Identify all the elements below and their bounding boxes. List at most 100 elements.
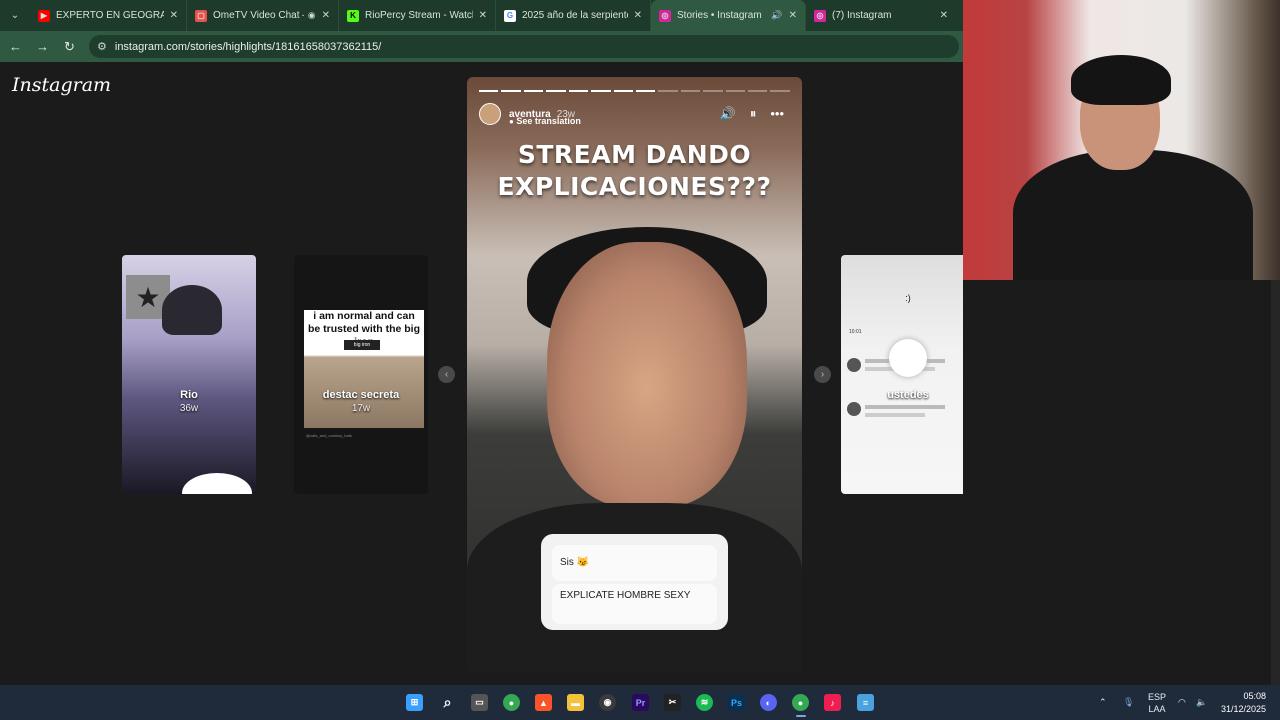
tray-overflow-icon[interactable]: ⌃ — [1099, 685, 1107, 720]
globe-icon: ● — [509, 117, 514, 126]
progress-segment — [613, 90, 633, 92]
avatar — [847, 402, 861, 416]
volume-icon[interactable]: 🔊 — [720, 106, 736, 122]
close-icon[interactable]: ✕ — [940, 10, 948, 21]
close-icon[interactable]: ✕ — [322, 10, 330, 21]
tiktok-icon[interactable]: ♪ — [824, 694, 841, 711]
clock-time: 05:08 — [1243, 691, 1266, 701]
progress-segment — [748, 90, 768, 92]
chrome-icon[interactable]: ● — [503, 694, 520, 711]
tab-title: Stories • Instagram — [677, 10, 762, 21]
audio-playing-icon[interactable]: 🔊 — [771, 10, 782, 21]
pause-icon[interactable]: ⏸ — [750, 106, 757, 122]
site-info-icon[interactable]: ⚙ — [97, 40, 107, 53]
keyboard-layout: LAA — [1148, 703, 1166, 714]
spotify-icon[interactable]: ≋ — [696, 694, 713, 711]
progress-segment — [501, 90, 521, 92]
highlight-name: ustedes — [887, 389, 929, 401]
search-icon[interactable]: ⌕ — [439, 694, 456, 711]
white-shape — [182, 473, 252, 494]
progress-segment — [725, 90, 746, 92]
system-clock[interactable]: 05:08 31/12/2025 — [1221, 690, 1266, 716]
instagram-icon: ◎ — [659, 9, 671, 22]
character-hair — [162, 285, 222, 335]
close-icon[interactable]: ✕ — [789, 10, 797, 21]
google-icon: G — [504, 9, 516, 22]
highlight-card-destac-secreta[interactable]: i am normal and can be trusted with the … — [294, 255, 428, 494]
chrome-active-icon[interactable]: ● — [792, 694, 809, 711]
question-sticker: Sis 😼 EXPLICATE HOMBRE SEXY — [541, 534, 728, 630]
task-view-icon[interactable]: ▭ — [471, 694, 488, 711]
microphone-icon[interactable]: 🎙 — [1123, 685, 1134, 720]
brave-icon[interactable]: ▲ — [535, 694, 552, 711]
discord-icon[interactable]: ◐ — [760, 694, 777, 711]
progress-segment — [568, 90, 589, 92]
progress-segment — [680, 90, 701, 92]
close-icon[interactable]: ✕ — [170, 10, 178, 21]
tab-riopercy-stream[interactable]: K RioPercy Stream - Watch L ✕ — [339, 0, 496, 31]
browser-toolbar: ← → ↻ ⚙ instagram.com/stories/highlights… — [0, 31, 963, 62]
progress-segment — [703, 90, 723, 92]
tab-title: EXPERTO EN GEOGRAFÍA — [56, 10, 164, 21]
file-explorer-icon[interactable]: ▬ — [567, 694, 584, 711]
obs-icon[interactable]: ◉ — [599, 694, 616, 711]
volume-icon[interactable]: 🔈 — [1196, 685, 1207, 720]
youtube-icon: ▶ — [38, 9, 50, 22]
scrollbar[interactable] — [1271, 280, 1280, 685]
input-language[interactable]: ESP LAA — [1148, 685, 1166, 720]
premiere-icon[interactable]: Pr — [632, 694, 649, 711]
avatar[interactable] — [479, 103, 501, 125]
reload-button[interactable]: ↻ — [56, 39, 83, 55]
meme-credit: @cats_and_cowboy_hats — [306, 433, 352, 438]
tab-stories-instagram[interactable]: ◎ Stories • Instagram 🔊 ✕ — [651, 0, 806, 31]
story-caption-line2: EXPLICACIONES??? — [497, 172, 772, 201]
progress-segment — [658, 90, 678, 92]
progress-segment — [523, 90, 544, 92]
progress-segment — [479, 90, 499, 92]
progress-segment — [546, 90, 566, 92]
active-app-indicator — [796, 715, 806, 717]
more-options-icon[interactable]: ••• — [770, 106, 784, 122]
back-button[interactable]: ← — [2, 39, 29, 54]
instagram-icon: ◎ — [814, 9, 826, 22]
close-icon[interactable]: ✕ — [634, 10, 642, 21]
address-bar[interactable]: ⚙ instagram.com/stories/highlights/18161… — [89, 35, 959, 58]
profile-circle — [889, 339, 927, 377]
see-translation-link[interactable]: ● See translation — [509, 116, 581, 126]
progress-segment — [635, 90, 656, 92]
question-item: EXPLICATE HOMBRE SEXY — [552, 584, 717, 624]
tab-google-search[interactable]: G 2025 año de la serpiente - ✕ — [496, 0, 651, 31]
highlight-card-rio[interactable]: ★ Rio 36w — [122, 255, 256, 494]
windows-start-icon[interactable]: ⊞ — [406, 694, 423, 711]
language-code: ESP — [1148, 691, 1167, 702]
forward-button[interactable]: → — [29, 39, 56, 54]
notepad-icon[interactable]: ≡ — [857, 694, 874, 711]
question-item: Sis 😼 — [552, 545, 717, 581]
story-viewer[interactable]: aventura 23w ● See translation 🔊 ⏸ ••• S… — [467, 77, 802, 673]
photoshop-icon[interactable]: Ps — [728, 694, 745, 711]
highlight-card-ustedes[interactable]: :) 10:01 ustedes — [841, 255, 975, 494]
tab-search-button[interactable]: ⌄ — [0, 0, 30, 31]
tab-instagram[interactable]: ◎ (7) Instagram ✕ — [806, 0, 956, 31]
meme-sticker: big iron — [344, 340, 380, 350]
progress-segment — [770, 90, 790, 92]
see-translation-label: See translation — [516, 116, 581, 126]
tab-geografia[interactable]: ▶ EXPERTO EN GEOGRAFÍA ✕ — [30, 0, 187, 31]
webcam-person-hair — [1071, 55, 1171, 105]
story-caption-line1: STREAM DANDO — [517, 140, 752, 169]
comment-line — [865, 405, 945, 409]
story-progress — [479, 90, 790, 92]
windows-taskbar: ⊞ ⌕ ▭ ● ▲ ▬ ◉ Pr ✂ ≋ Ps ◐ ● ♪ ≡ ⌃ 🎙 ESP … — [0, 685, 1280, 720]
page-background — [963, 280, 1280, 685]
wifi-icon[interactable]: ◠ — [1178, 685, 1186, 720]
tab-title: 2025 año de la serpiente - — [522, 10, 628, 21]
capcut-icon[interactable]: ✂ — [664, 694, 681, 711]
previous-story-button[interactable]: ‹ — [438, 366, 455, 383]
next-story-button[interactable]: › — [814, 366, 831, 383]
instagram-stories-page: Instagram ★ Rio 36w i am normal and can … — [0, 62, 975, 685]
webcam-person-body — [1013, 150, 1253, 280]
instagram-logo[interactable]: Instagram — [12, 74, 111, 96]
tab-ometv[interactable]: ▢ OmeTV Video Chat — ◉ ✕ — [187, 0, 339, 31]
close-icon[interactable]: ✕ — [479, 10, 487, 21]
recording-icon: ◉ — [307, 10, 316, 20]
